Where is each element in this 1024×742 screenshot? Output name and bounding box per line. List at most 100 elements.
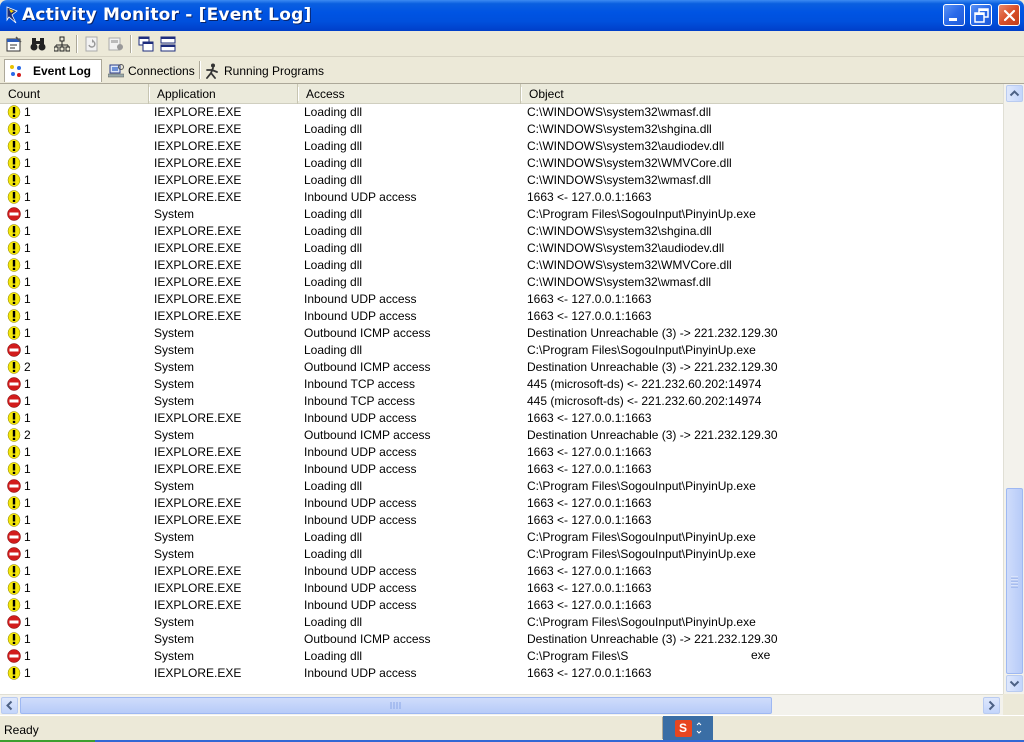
table-row[interactable]: 1 IEXPLORE.EXE Inbound UDP access 1663 <- 1… — [0, 563, 1003, 580]
table-row[interactable]: 1 System Inbound TCP access 445 (microsoft-… — [0, 376, 1003, 393]
table-row[interactable]: 1 IEXPLORE.EXE Loading dll C:\WINDOWS\syste… — [0, 240, 1003, 257]
close-button[interactable] — [998, 4, 1020, 26]
table-row[interactable]: 2 System Outbound ICMP access Destination U… — [0, 359, 1003, 376]
count-cell: 1 — [24, 445, 31, 459]
warning-icon — [7, 105, 21, 119]
application-cell: IEXPLORE.EXE — [154, 241, 242, 255]
table-row[interactable]: 1 IEXPLORE.EXE Inbound UDP access 1663 <- 1… — [0, 512, 1003, 529]
access-cell: Inbound UDP access — [304, 309, 417, 323]
tab-running-programs[interactable]: Running Programs — [200, 59, 330, 82]
cascade-button[interactable] — [136, 34, 156, 54]
table-row[interactable]: 1 IEXPLORE.EXE Inbound UDP access 1663 <- 1… — [0, 291, 1003, 308]
column-header-application[interactable]: Application — [149, 84, 299, 104]
scroll-up-button[interactable] — [1006, 85, 1023, 102]
count-cell: 1 — [24, 292, 31, 306]
tab-connections[interactable]: Connections — [104, 59, 200, 82]
tray-menu-icon[interactable] — [696, 721, 702, 735]
application-cell: IEXPLORE.EXE — [154, 462, 242, 476]
table-row[interactable]: 1 IEXPLORE.EXE Inbound UDP access 1663 <- 1… — [0, 410, 1003, 427]
tile-button[interactable] — [158, 34, 178, 54]
table-row[interactable]: 1 IEXPLORE.EXE Loading dll C:\WINDOWS\syste… — [0, 257, 1003, 274]
scroll-right-button[interactable] — [983, 697, 1000, 714]
table-row[interactable]: 1 System Outbound ICMP access Destination U… — [0, 325, 1003, 342]
table-row[interactable]: 1 System Loading dll C:\Program Files\Sogou… — [0, 614, 1003, 631]
horizontal-scrollbar[interactable] — [0, 694, 1003, 715]
count-cell: 1 — [24, 564, 31, 578]
list-rows: 1 IEXPLORE.EXE Loading dll C:\WINDOWS\syste… — [0, 104, 1003, 694]
warning-icon — [7, 666, 21, 680]
count-cell: 1 — [24, 224, 31, 238]
count-cell: 1 — [24, 156, 31, 170]
network-button[interactable] — [52, 34, 72, 54]
minimize-icon — [949, 18, 957, 21]
scroll-thumb[interactable] — [1006, 488, 1023, 674]
table-row[interactable]: 1 IEXPLORE.EXE Inbound UDP access 1663 <- 1… — [0, 597, 1003, 614]
table-row[interactable]: 1 IEXPLORE.EXE Loading dll C:\WINDOWS\syste… — [0, 138, 1003, 155]
tab-label: Event Log — [33, 64, 92, 78]
object-cell: 1663 <- 127.0.0.1:1663 — [527, 292, 652, 306]
horizontal-scroll-thumb[interactable] — [20, 697, 772, 714]
table-row[interactable]: 1 IEXPLORE.EXE Loading dll C:\WINDOWS\syste… — [0, 274, 1003, 291]
access-cell: Inbound UDP access — [304, 666, 417, 680]
table-row[interactable]: 1 IEXPLORE.EXE Inbound UDP access 1663 <- 1… — [0, 580, 1003, 597]
ime-tray[interactable]: S — [663, 716, 713, 740]
table-row[interactable]: 1 System Inbound TCP access 445 (microsoft-… — [0, 393, 1003, 410]
table-row[interactable]: 1 IEXPLORE.EXE Inbound UDP access 1663 <- 1… — [0, 308, 1003, 325]
sogou-tray-icon[interactable]: S — [674, 719, 692, 737]
title-bar: Activity Monitor - [Event Log] — [0, 0, 1024, 31]
access-cell: Outbound ICMP access — [304, 326, 431, 340]
warning-icon — [7, 581, 21, 595]
blocked-icon — [7, 207, 21, 221]
tab-event-log[interactable]: Event Log — [4, 59, 102, 82]
column-header-access[interactable]: Access — [298, 84, 522, 104]
table-row[interactable]: 1 System Loading dll C:\Program Files\Sogou… — [0, 342, 1003, 359]
table-row[interactable]: 1 System Loading dll C:\Program Files\Sogou… — [0, 478, 1003, 495]
scroll-down-button[interactable] — [1006, 675, 1023, 692]
count-cell: 2 — [24, 428, 31, 442]
table-row[interactable]: 1 IEXPLORE.EXE Loading dll C:\WINDOWS\syste… — [0, 155, 1003, 172]
table-row[interactable]: 1 IEXPLORE.EXE Inbound UDP access 1663 <- 1… — [0, 189, 1003, 206]
table-row[interactable]: 1 System Loading dll C:\Program Files\Sogou… — [0, 206, 1003, 223]
toolbar — [0, 31, 1024, 57]
table-row[interactable]: 1 IEXPLORE.EXE Inbound UDP access 1663 <- 1… — [0, 495, 1003, 512]
access-cell: Loading dll — [304, 530, 363, 544]
save-log-button[interactable] — [106, 34, 126, 54]
vertical-scrollbar[interactable] — [1003, 84, 1024, 694]
table-row[interactable]: 1 IEXPLORE.EXE Inbound UDP access 1663 <- 1… — [0, 665, 1003, 682]
view-tabs: Event Log Connections Running Programs — [0, 57, 1024, 83]
table-row[interactable]: 2 System Outbound ICMP access Destination U… — [0, 427, 1003, 444]
column-header-object[interactable]: Object — [521, 84, 1005, 104]
access-cell: Loading dll — [304, 207, 363, 221]
find-button[interactable] — [28, 34, 48, 54]
object-cell: C:\Program Files\SogouInput\PinyinUp.exe — [527, 615, 756, 629]
table-row[interactable]: 1 System Loading dll C:\Program Files\Sogou… — [0, 529, 1003, 546]
table-row[interactable]: 1 IEXPLORE.EXE Loading dll C:\WINDOWS\syste… — [0, 223, 1003, 240]
access-cell: Outbound ICMP access — [304, 632, 431, 646]
refresh-button[interactable] — [82, 34, 102, 54]
access-cell: Loading dll — [304, 479, 363, 493]
access-cell: Inbound TCP access — [304, 394, 415, 408]
access-cell: Inbound UDP access — [304, 581, 417, 595]
table-row[interactable]: 1 System Loading dll C:\Program Files\S — [0, 648, 1003, 665]
application-cell: IEXPLORE.EXE — [154, 666, 242, 680]
table-row[interactable]: 1 IEXPLORE.EXE Loading dll C:\WINDOWS\syste… — [0, 104, 1003, 121]
table-row[interactable]: 1 IEXPLORE.EXE Inbound UDP access 1663 <- 1… — [0, 461, 1003, 478]
count-cell: 1 — [24, 547, 31, 561]
app-icon[interactable] — [4, 6, 20, 24]
event-log-list[interactable]: Count Application Access Object 1 IEXPLOR… — [0, 83, 1024, 742]
properties-icon — [6, 36, 22, 52]
column-header-count[interactable]: Count — [0, 84, 150, 104]
table-row[interactable]: 1 System Outbound ICMP access Destination U… — [0, 631, 1003, 648]
count-cell: 1 — [24, 173, 31, 187]
restore-button[interactable] — [970, 4, 992, 26]
scroll-left-button[interactable] — [1, 697, 18, 714]
minimize-button[interactable] — [943, 4, 965, 26]
table-row[interactable]: 1 IEXPLORE.EXE Loading dll C:\WINDOWS\syste… — [0, 121, 1003, 138]
grip-icon — [390, 702, 401, 709]
table-row[interactable]: 1 System Loading dll C:\Program Files\Sogou… — [0, 546, 1003, 563]
application-cell: IEXPLORE.EXE — [154, 581, 242, 595]
table-row[interactable]: 1 IEXPLORE.EXE Loading dll C:\WINDOWS\syste… — [0, 172, 1003, 189]
count-cell: 1 — [24, 394, 31, 408]
table-row[interactable]: 1 IEXPLORE.EXE Inbound UDP access 1663 <- 1… — [0, 444, 1003, 461]
properties-button[interactable] — [4, 34, 24, 54]
